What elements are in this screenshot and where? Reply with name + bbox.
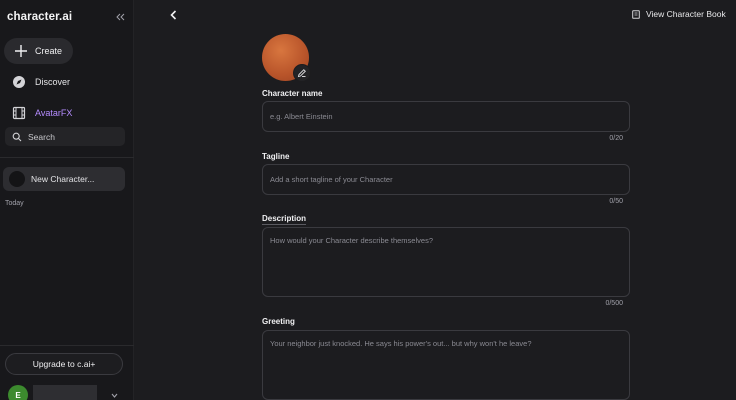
tagline-label: Tagline [262, 152, 290, 161]
tagline-counter: 0/50 [609, 198, 623, 205]
section-heading-today: Today [5, 200, 24, 207]
greeting-label: Greeting [262, 317, 295, 326]
chat-item-label: New Character... [31, 174, 95, 184]
upgrade-button[interactable]: Upgrade to c.ai+ [5, 353, 123, 375]
chat-avatar [9, 171, 25, 187]
back-arrow-icon[interactable] [168, 9, 180, 21]
book-icon [632, 9, 640, 19]
character-name-field[interactable] [262, 101, 630, 132]
description-textarea[interactable] [263, 228, 629, 296]
view-character-book-button[interactable]: View Character Book [632, 9, 726, 19]
compass-icon [13, 76, 25, 88]
user-menu[interactable]: E [8, 385, 128, 400]
character-name-counter: 0/20 [609, 135, 623, 142]
user-name-redacted [33, 385, 97, 400]
description-counter: 0/500 [605, 300, 623, 307]
description-field[interactable] [262, 227, 630, 297]
search-box[interactable] [5, 127, 125, 146]
sidebar-divider [0, 345, 134, 346]
character-avatar-upload[interactable] [262, 34, 311, 82]
create-label: Create [35, 46, 63, 56]
search-input[interactable] [28, 131, 118, 142]
character-name-input[interactable] [263, 102, 629, 131]
film-icon [12, 106, 26, 120]
edit-avatar-button[interactable] [293, 64, 311, 82]
greeting-textarea[interactable] [263, 331, 629, 399]
plus-icon [15, 45, 27, 57]
collapse-sidebar-icon[interactable] [114, 11, 126, 23]
chevron-down-icon [111, 393, 118, 398]
sidebar-item-avatarfx[interactable]: AvatarFX [12, 106, 72, 120]
search-icon [12, 132, 22, 141]
tagline-input[interactable] [263, 165, 629, 194]
pencil-icon [297, 69, 306, 78]
sidebar-item-discover[interactable]: Discover [12, 75, 70, 89]
sidebar-divider [0, 157, 134, 158]
create-button[interactable]: Create [4, 38, 73, 64]
description-label: Description [262, 214, 307, 225]
tagline-field[interactable] [262, 164, 630, 195]
view-book-label: View Character Book [646, 9, 726, 19]
sidebar-item-label: Discover [35, 77, 71, 87]
sidebar: character.ai Create Discover AvatarFX Se… [0, 0, 134, 400]
greeting-field[interactable] [262, 330, 630, 400]
sidebar-item-label: AvatarFX [35, 108, 73, 118]
app-logo[interactable]: character.ai [7, 11, 72, 23]
character-name-label: Character name [262, 89, 323, 98]
user-avatar: E [8, 385, 28, 400]
chat-list-item[interactable]: New Character... [3, 167, 125, 191]
